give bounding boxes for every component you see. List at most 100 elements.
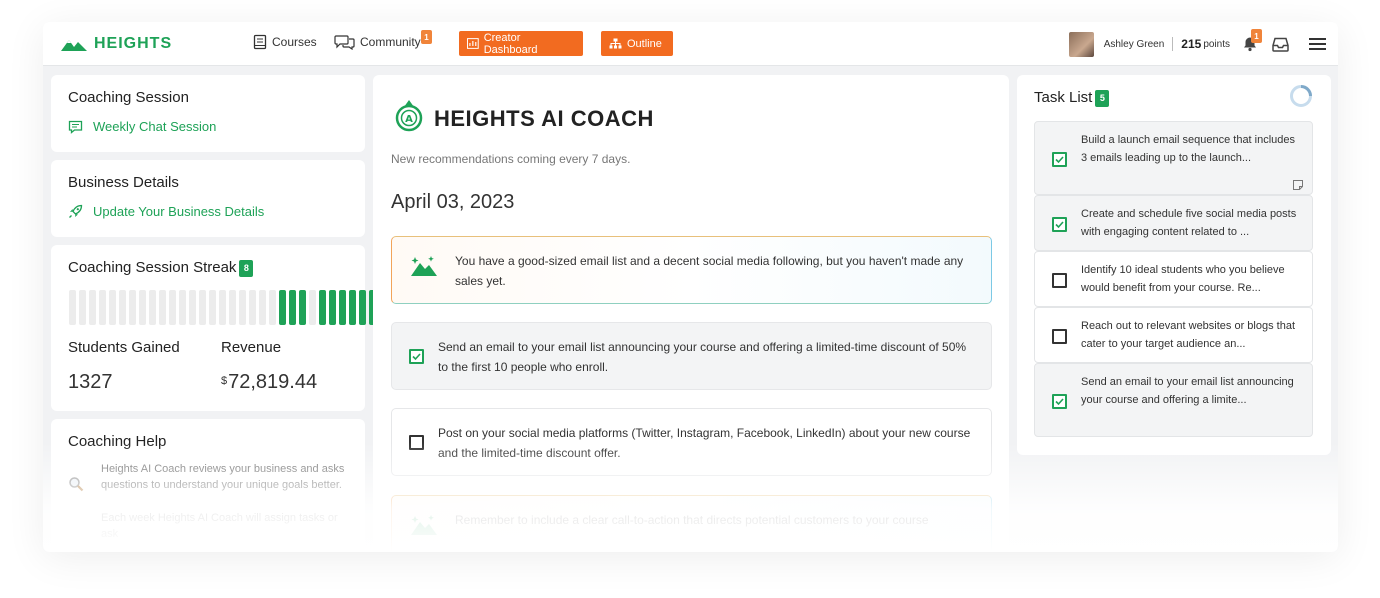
nav-courses[interactable]: Courses <box>252 34 317 50</box>
recommendation-date: April 03, 2023 <box>391 191 515 213</box>
streak-bar <box>129 290 136 325</box>
coach-task-1-checkbox[interactable] <box>409 349 424 364</box>
coaching-help-card: Coaching Help Heights AI Coach reviews y… <box>51 419 365 552</box>
coach-task-2-checkbox[interactable] <box>409 435 424 450</box>
hamburger-menu-icon <box>1309 38 1326 50</box>
note-icon <box>1293 180 1303 190</box>
progress-ring-icon <box>1290 85 1312 107</box>
outline-label: Outline <box>627 37 662 50</box>
rocket-icon <box>69 204 83 218</box>
update-business-details-label: Update Your Business Details <box>93 204 265 219</box>
streak-bar <box>349 290 356 325</box>
streak-bar <box>309 290 316 325</box>
revenue-currency: $ <box>221 375 228 387</box>
streak-bar <box>269 290 276 325</box>
revenue-row: $ 72,819.44 <box>221 371 317 394</box>
streak-badge: 8 <box>239 259 254 277</box>
streak-bar <box>149 290 156 325</box>
creator-dashboard-label: Creator Dashboard <box>483 31 538 56</box>
creator-dashboard-button[interactable]: Creator Dashboard <box>459 31 583 56</box>
checkmark-icon <box>412 353 421 361</box>
students-gained-value: 1327 <box>68 371 113 393</box>
streak-bar <box>169 290 176 325</box>
inbox-button[interactable] <box>1272 37 1289 52</box>
svg-text:A: A <box>405 114 413 125</box>
sitemap-icon <box>609 38 622 49</box>
top-navbar: HEIGHTS Courses Community 1 Creator Dash… <box>43 22 1338 66</box>
chat-icon <box>68 120 83 134</box>
task-list-item[interactable]: Create and schedule five social media po… <box>1034 195 1313 251</box>
logo[interactable]: HEIGHTS <box>61 35 172 53</box>
notifications-button[interactable]: 1 <box>1242 29 1262 52</box>
insight-text: You have a good-sized email list and a d… <box>455 254 964 288</box>
streak-bar <box>249 290 256 325</box>
streak-bar <box>99 290 106 325</box>
task-list-item[interactable]: Send an email to your email list announc… <box>1034 363 1313 437</box>
streak-bar <box>179 290 186 325</box>
user-name[interactable]: Ashley Green <box>1104 39 1165 50</box>
menu-button[interactable] <box>1309 37 1326 51</box>
coaching-session-card: Coaching Session Weekly Chat Session <box>51 75 365 152</box>
streak-bars <box>69 290 416 325</box>
checkmark-icon <box>1055 220 1064 228</box>
coaching-help-title: Coaching Help <box>68 433 167 450</box>
streak-bar <box>329 290 336 325</box>
chat-bubbles-icon <box>334 35 355 50</box>
coaching-session-title: Coaching Session <box>68 89 189 106</box>
task-list-item-checkbox[interactable] <box>1052 272 1067 288</box>
business-details-card: Business Details Update Your Business De… <box>51 160 365 237</box>
nav-community-label: Community <box>360 35 421 49</box>
book-icon <box>253 34 267 50</box>
checkmark-icon <box>1055 155 1064 163</box>
streak-bar <box>159 290 166 325</box>
task-list-item[interactable]: Identify 10 ideal students who you belie… <box>1034 251 1313 307</box>
magnifier-icon <box>69 477 84 492</box>
task-list-count: 5 <box>1095 89 1110 107</box>
weekly-chat-session-label: Weekly Chat Session <box>93 119 217 134</box>
coach-task-2[interactable]: Post on your social media platforms (Twi… <box>391 408 992 476</box>
app-window: HEIGHTS Courses Community 1 Creator Dash… <box>43 22 1338 552</box>
avatar[interactable] <box>1068 31 1094 57</box>
ai-coach-panel: A HEIGHTS AI COACH New recommendations c… <box>373 75 1009 552</box>
streak-bar <box>189 290 196 325</box>
outline-button[interactable]: Outline <box>601 31 673 56</box>
reminder-box: Remember to include a clear call-to-acti… <box>391 495 992 552</box>
insight-box: You have a good-sized email list and a d… <box>391 236 992 304</box>
notification-badge: 1 <box>1251 29 1262 43</box>
revenue-value: 72,819.44 <box>228 371 318 393</box>
task-list-item-checkbox[interactable] <box>1052 216 1067 232</box>
streak-bar <box>339 290 346 325</box>
streak-bar <box>319 290 326 325</box>
coaching-streak-card: Coaching Session Streak 8 Students Gained… <box>51 245 416 411</box>
bar-chart-icon <box>467 38 479 49</box>
business-details-title: Business Details <box>68 174 179 191</box>
mountain-logo-icon <box>61 40 87 51</box>
revenue-label: Revenue <box>221 339 282 356</box>
students-gained-label: Students Gained <box>68 339 180 356</box>
task-list-item-checkbox[interactable] <box>1052 151 1067 167</box>
task-list-item-checkbox[interactable] <box>1052 328 1067 344</box>
coach-task-1[interactable]: Send an email to your email list announc… <box>391 322 992 390</box>
streak-bar <box>239 290 246 325</box>
streak-bar <box>359 290 366 325</box>
streak-bar <box>279 290 286 325</box>
task-list-item[interactable]: Build a launch email sequence that inclu… <box>1034 121 1313 195</box>
weekly-chat-session-link[interactable]: Weekly Chat Session <box>68 119 216 134</box>
task-list-item-checkbox[interactable] <box>1052 393 1067 409</box>
sparkle-mountain-icon <box>411 515 437 535</box>
task-list-item[interactable]: Reach out to relevant websites or blogs … <box>1034 307 1313 363</box>
streak-bar <box>219 290 226 325</box>
coach-task-1-text: Send an email to your email list announc… <box>438 340 967 374</box>
reminder-text: Remember to include a clear call-to-acti… <box>455 513 929 527</box>
update-business-details-link[interactable]: Update Your Business Details <box>68 204 264 219</box>
task-list-item-text: Identify 10 ideal students who you belie… <box>1081 264 1285 294</box>
task-list-panel: Task List 5 Build a launch email sequence… <box>1017 75 1331 455</box>
recommendations-subtitle: New recommendations coming every 7 days. <box>391 152 631 166</box>
streak-bar <box>69 290 76 325</box>
nav-community[interactable]: Community <box>334 34 421 50</box>
points-label: points <box>1203 38 1230 50</box>
inbox-icon <box>1272 37 1289 52</box>
task-list-item-text: Create and schedule five social media po… <box>1081 208 1297 238</box>
checkmark-icon <box>1055 397 1064 405</box>
streak-bar <box>139 290 146 325</box>
